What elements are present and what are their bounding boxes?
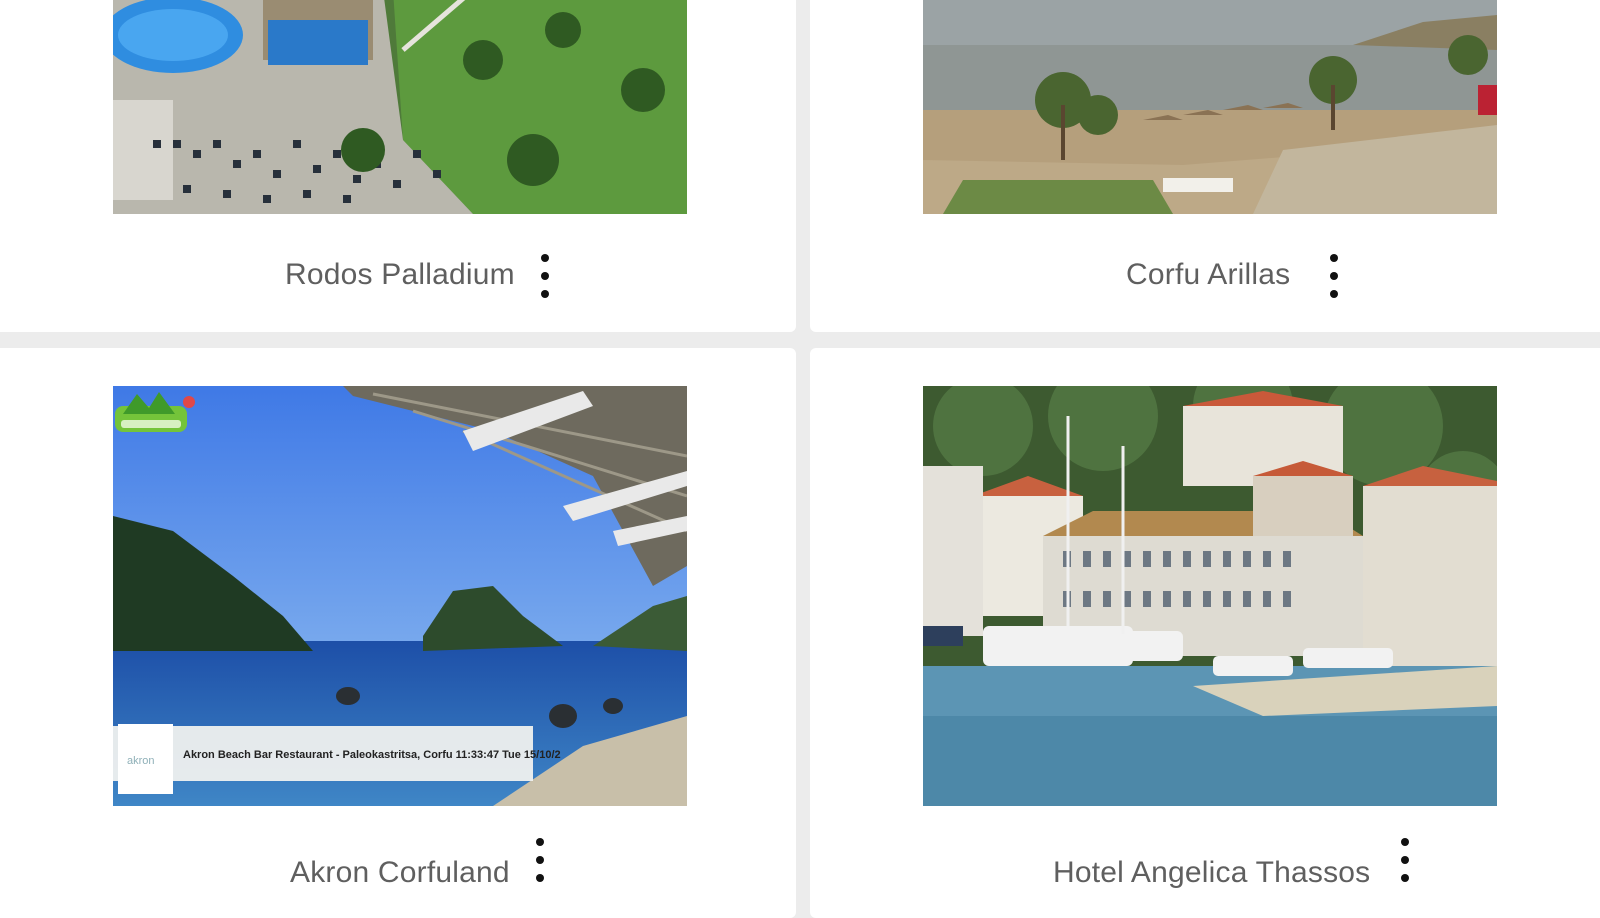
- webcam-thumbnail[interactable]: [113, 0, 687, 214]
- camera-overlay-caption: Akron Beach Bar Restaurant - Paleokastri…: [183, 749, 561, 761]
- webcam-thumbnail[interactable]: [923, 0, 1497, 214]
- webcam-title[interactable]: Akron Corfuland: [290, 856, 510, 890]
- webcam-card-akron-corfuland[interactable]: akron Akron Beach Bar Restaurant - Paleo…: [0, 348, 796, 918]
- webcam-card-corfu-arillas[interactable]: Corfu Arillas: [810, 0, 1600, 332]
- webcam-title[interactable]: Corfu Arillas: [1126, 258, 1290, 292]
- more-vert-icon[interactable]: [530, 836, 550, 884]
- more-vert-icon[interactable]: [535, 252, 555, 300]
- webcam-card-hotel-angelica-thassos[interactable]: Hotel Angelica Thassos: [810, 348, 1600, 918]
- webcam-thumbnail[interactable]: akron Akron Beach Bar Restaurant - Paleo…: [113, 386, 687, 806]
- webcam-title[interactable]: Rodos Palladium: [285, 258, 515, 292]
- more-vert-icon[interactable]: [1395, 836, 1415, 884]
- webcam-card-rodos-palladium[interactable]: Rodos Palladium: [0, 0, 796, 332]
- webcam-thumbnail[interactable]: [923, 386, 1497, 806]
- webcam-title[interactable]: Hotel Angelica Thassos: [1053, 856, 1370, 890]
- svg-text:akron: akron: [127, 755, 155, 767]
- more-vert-icon[interactable]: [1324, 252, 1344, 300]
- webcam-grid: Rodos Palladium Corfu Arillas akron Akro…: [0, 0, 1600, 918]
